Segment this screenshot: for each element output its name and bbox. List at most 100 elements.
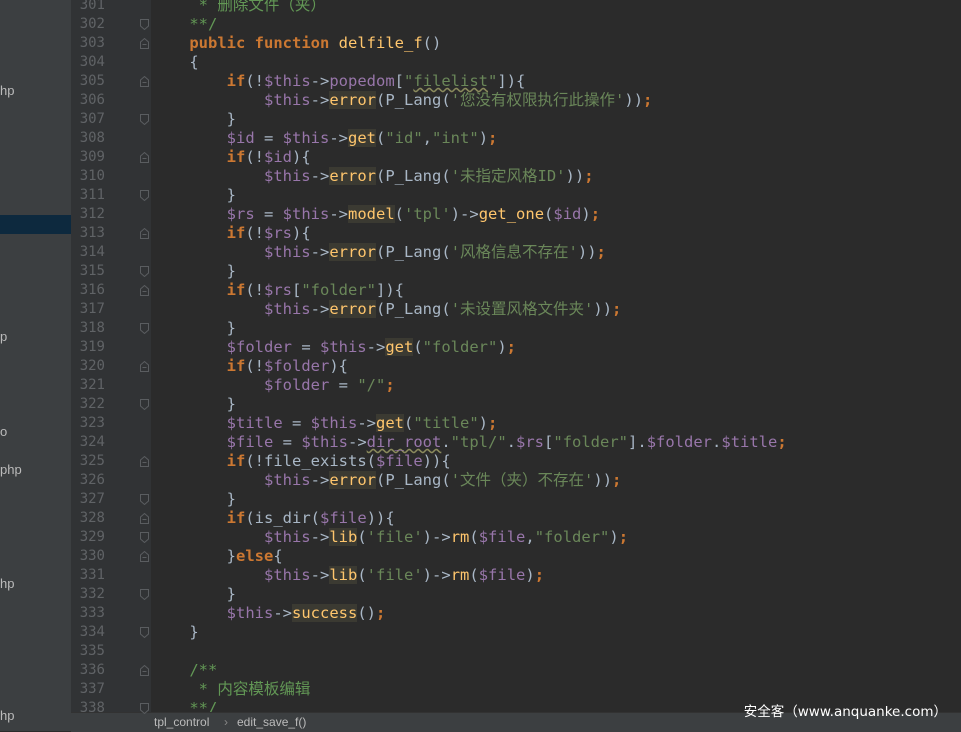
fold-start-icon[interactable] — [139, 228, 150, 239]
line-number: 334 — [79, 624, 105, 640]
line-number: 327 — [79, 491, 105, 507]
fold-end-icon[interactable] — [139, 627, 150, 638]
sidebar-selected-row[interactable] — [0, 215, 71, 234]
code-line[interactable]: $this->lib('file')->rm($file); — [152, 566, 544, 585]
watermark: 安全客（www.anquanke.com） — [743, 704, 947, 720]
line-number: 323 — [79, 415, 105, 431]
code-line[interactable]: $rs = $this->model('tpl')->get_one($id); — [152, 205, 600, 224]
fold-start-icon[interactable] — [139, 285, 150, 296]
line-number: 329 — [79, 529, 105, 545]
breadcrumb-class[interactable]: tpl_control — [154, 713, 209, 732]
fold-end-icon[interactable] — [139, 494, 150, 505]
sidebar-file-item[interactable]: php — [0, 460, 71, 479]
line-number: 335 — [79, 643, 105, 659]
code-line[interactable]: if(!$rs){ — [152, 224, 311, 243]
line-number: 325 — [79, 453, 105, 469]
line-number: 322 — [79, 396, 105, 412]
line-number: 332 — [79, 586, 105, 602]
code-line[interactable]: $this->error(P_Lang('未指定风格ID')); — [152, 167, 594, 186]
sidebar-file-item[interactable]: hp — [0, 574, 71, 593]
line-number: 302 — [79, 16, 105, 32]
sidebar-file-item[interactable]: hp — [0, 81, 71, 100]
code-line[interactable]: **/ — [152, 699, 217, 712]
fold-start-icon[interactable] — [139, 152, 150, 163]
fold-end-icon[interactable] — [139, 532, 150, 543]
line-number: 309 — [79, 149, 105, 165]
fold-end-icon[interactable] — [139, 589, 150, 600]
code-line[interactable]: $this->error(P_Lang('您没有权限执行此操作')); — [152, 91, 652, 110]
code-line[interactable]: $this->error(P_Lang('文件（夹）不存在')); — [152, 471, 621, 490]
code-line[interactable]: } — [152, 186, 236, 205]
code-line[interactable]: if(!$this->popedom["filelist"]){ — [152, 72, 526, 91]
line-number: 319 — [79, 339, 105, 355]
line-number: 316 — [79, 282, 105, 298]
fold-start-icon[interactable] — [139, 551, 150, 562]
line-number: 326 — [79, 472, 105, 488]
line-number: 333 — [79, 605, 105, 621]
line-number: 336 — [79, 662, 105, 678]
code-line[interactable]: if(!$folder){ — [152, 357, 348, 376]
line-number: 324 — [79, 434, 105, 450]
fold-start-icon[interactable] — [139, 665, 150, 676]
code-line[interactable]: } — [152, 262, 236, 281]
fold-end-icon[interactable] — [139, 323, 150, 334]
code-line[interactable]: $this->lib('file')->rm($file,"folder"); — [152, 528, 628, 547]
fold-end-icon[interactable] — [139, 703, 150, 714]
code-line[interactable]: if(is_dir($file)){ — [152, 509, 395, 528]
code-line[interactable]: $file = $this->dir_root."tpl/".$rs["fold… — [152, 433, 787, 452]
code-line[interactable]: { — [152, 53, 198, 72]
fold-start-icon[interactable] — [139, 456, 150, 467]
code-line[interactable]: }else{ — [152, 547, 283, 566]
sidebar-file-item[interactable]: o — [0, 422, 71, 441]
code-editor[interactable]: * 删除文件（夹） **/ public function delfile_f(… — [152, 0, 961, 712]
line-number: 308 — [79, 130, 105, 146]
fold-end-icon[interactable] — [139, 114, 150, 125]
code-line[interactable]: if(!file_exists($file)){ — [152, 452, 451, 471]
code-line[interactable]: $this->error(P_Lang('风格信息不存在')); — [152, 243, 606, 262]
code-line[interactable]: if(!$id){ — [152, 148, 311, 167]
line-number: 313 — [79, 225, 105, 241]
code-line[interactable]: $title = $this->get("title"); — [152, 414, 497, 433]
code-line[interactable]: } — [152, 490, 236, 509]
code-line[interactable]: $folder = "/"; — [152, 376, 395, 395]
sidebar-file-item[interactable]: p — [0, 327, 71, 346]
line-number: 317 — [79, 301, 105, 317]
line-number: 310 — [79, 168, 105, 184]
fold-end-icon[interactable] — [139, 266, 150, 277]
line-number: 306 — [79, 92, 105, 108]
fold-start-icon[interactable] — [139, 38, 150, 49]
code-line[interactable]: * 内容模板编辑 — [152, 680, 311, 699]
line-number: 311 — [79, 187, 105, 203]
breadcrumb-method[interactable]: edit_save_f() — [237, 713, 306, 732]
code-line[interactable]: /** — [152, 661, 217, 680]
line-number: 303 — [79, 35, 105, 51]
fold-start-icon[interactable] — [139, 76, 150, 87]
breadcrumb-separator: › — [224, 715, 228, 729]
code-line[interactable]: public function delfile_f() — [152, 34, 441, 53]
code-line[interactable]: $this->error(P_Lang('未设置风格文件夹')); — [152, 300, 621, 319]
code-line[interactable]: } — [152, 110, 236, 129]
code-line[interactable]: } — [152, 585, 236, 604]
fold-end-icon[interactable] — [139, 399, 150, 410]
line-number: 337 — [79, 681, 105, 697]
code-line[interactable]: } — [152, 319, 236, 338]
line-number: 307 — [79, 111, 105, 127]
code-line[interactable]: * 删除文件（夹） — [152, 0, 326, 15]
fold-start-icon[interactable] — [139, 361, 150, 372]
code-line[interactable]: $folder = $this->get("folder"); — [152, 338, 516, 357]
line-number: 330 — [79, 548, 105, 564]
fold-end-icon[interactable] — [139, 190, 150, 201]
code-line[interactable]: **/ — [152, 15, 217, 34]
line-number: 315 — [79, 263, 105, 279]
fold-start-icon[interactable] — [139, 513, 150, 524]
code-line[interactable]: $this->success(); — [152, 604, 385, 623]
sidebar-file-item[interactable]: hp — [0, 706, 71, 725]
line-number: 321 — [79, 377, 105, 393]
code-line[interactable]: } — [152, 395, 236, 414]
code-line[interactable]: if(!$rs["folder"]){ — [152, 281, 404, 300]
code-line[interactable]: } — [152, 623, 198, 642]
line-number: 328 — [79, 510, 105, 526]
fold-end-icon[interactable] — [139, 19, 150, 30]
code-line[interactable]: $id = $this->get("id","int"); — [152, 129, 497, 148]
line-number: 304 — [79, 54, 105, 70]
